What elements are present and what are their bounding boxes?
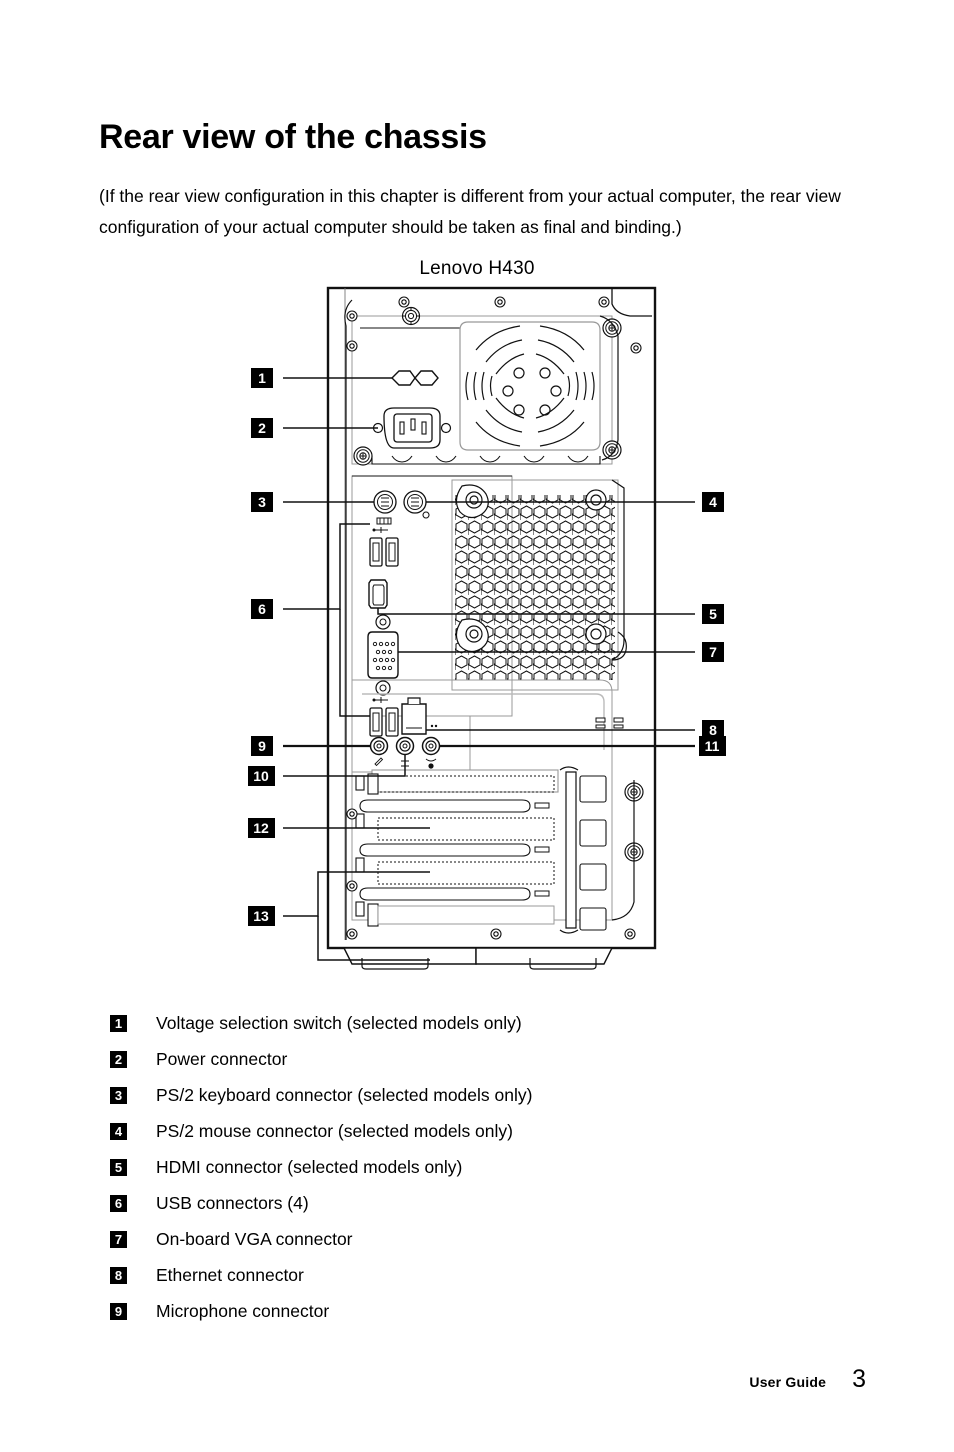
hdmi-connector [368, 579, 388, 609]
legend-label: PS/2 keyboard connector (selected models… [156, 1084, 533, 1105]
svg-text:7: 7 [709, 644, 717, 660]
svg-text:6: 6 [258, 601, 266, 617]
legend-badge: 2 [110, 1050, 127, 1068]
svg-text:11: 11 [705, 738, 720, 754]
legend-label: Microphone connector [156, 1300, 330, 1321]
rear-chassis-diagram: 1 2 3 6 9 10 12 13 4 5 7 8 11 [0, 280, 954, 980]
legend-item: 1 Voltage selection switch (selected mod… [110, 1005, 810, 1041]
callout-badge-2: 2 [251, 418, 273, 438]
chassis-vent [451, 479, 627, 691]
svg-text:9: 9 [258, 738, 266, 754]
legend-badge: 9 [110, 1302, 127, 1320]
legend-item: 3 PS/2 keyboard connector (selected mode… [110, 1077, 810, 1113]
svg-text:1: 1 [258, 370, 266, 386]
intro-paragraph: (If the rear view configuration in this … [99, 185, 841, 237]
legend-label: PS/2 mouse connector (selected models on… [156, 1120, 513, 1141]
legend-item: 4 PS/2 mouse connector (selected models … [110, 1113, 810, 1149]
callout-badge-13: 13 [248, 906, 275, 926]
callout-badge-1: 1 [251, 368, 273, 388]
callout-badge-6: 6 [251, 599, 273, 619]
callout-legend-list: 1 Voltage selection switch (selected mod… [110, 1005, 810, 1329]
legend-item: 7 On-board VGA connector [110, 1221, 810, 1257]
callout-badge-7: 7 [702, 642, 724, 662]
callout-badge-3: 3 [251, 492, 273, 512]
legend-badge: 6 [110, 1194, 127, 1212]
legend-badge: 8 [110, 1266, 127, 1284]
legend-item: 6 USB connectors (4) [110, 1185, 810, 1221]
legend-item: 2 Power connector [110, 1041, 810, 1077]
footer-document-label: User Guide [749, 1374, 827, 1390]
legend-label: Ethernet connector [156, 1264, 304, 1285]
svg-text:13: 13 [253, 908, 269, 924]
page-title: Rear view of the chassis [99, 117, 487, 156]
legend-badge: 1 [110, 1014, 127, 1032]
legend-label: USB connectors (4) [156, 1192, 309, 1213]
callout-badge-11: 11 [699, 736, 726, 756]
legend-badge: 5 [110, 1158, 127, 1176]
callout-badge-12: 12 [248, 818, 275, 838]
svg-text:2: 2 [258, 420, 266, 436]
svg-text:10: 10 [253, 768, 269, 784]
legend-badge: 3 [110, 1086, 127, 1104]
svg-text:12: 12 [253, 820, 269, 836]
callout-badge-10: 10 [248, 766, 275, 786]
figure-caption: Lenovo H430 [419, 258, 535, 279]
legend-label: Power connector [156, 1048, 288, 1069]
callout-badge-9: 9 [251, 736, 273, 756]
callout-badge-4: 4 [702, 492, 724, 512]
legend-item: 8 Ethernet connector [110, 1257, 810, 1293]
page-footer: User Guide 3 [749, 1365, 866, 1394]
legend-item: 9 Microphone connector [110, 1293, 810, 1329]
svg-text:5: 5 [709, 606, 717, 622]
footer-page-number: 3 [852, 1365, 866, 1393]
legend-item: 5 HDMI connector (selected models only) [110, 1149, 810, 1185]
svg-text:8: 8 [709, 722, 717, 738]
legend-label: On-board VGA connector [156, 1228, 353, 1249]
svg-text:4: 4 [709, 494, 717, 510]
callout-badge-5: 5 [702, 604, 724, 624]
legend-label: HDMI connector (selected models only) [156, 1156, 463, 1177]
svg-text:3: 3 [258, 494, 266, 510]
legend-label: Voltage selection switch (selected model… [156, 1012, 522, 1033]
expansion-slot [359, 887, 555, 927]
legend-badge: 7 [110, 1230, 127, 1248]
chassis-feet [342, 947, 614, 970]
legend-badge: 4 [110, 1122, 127, 1140]
